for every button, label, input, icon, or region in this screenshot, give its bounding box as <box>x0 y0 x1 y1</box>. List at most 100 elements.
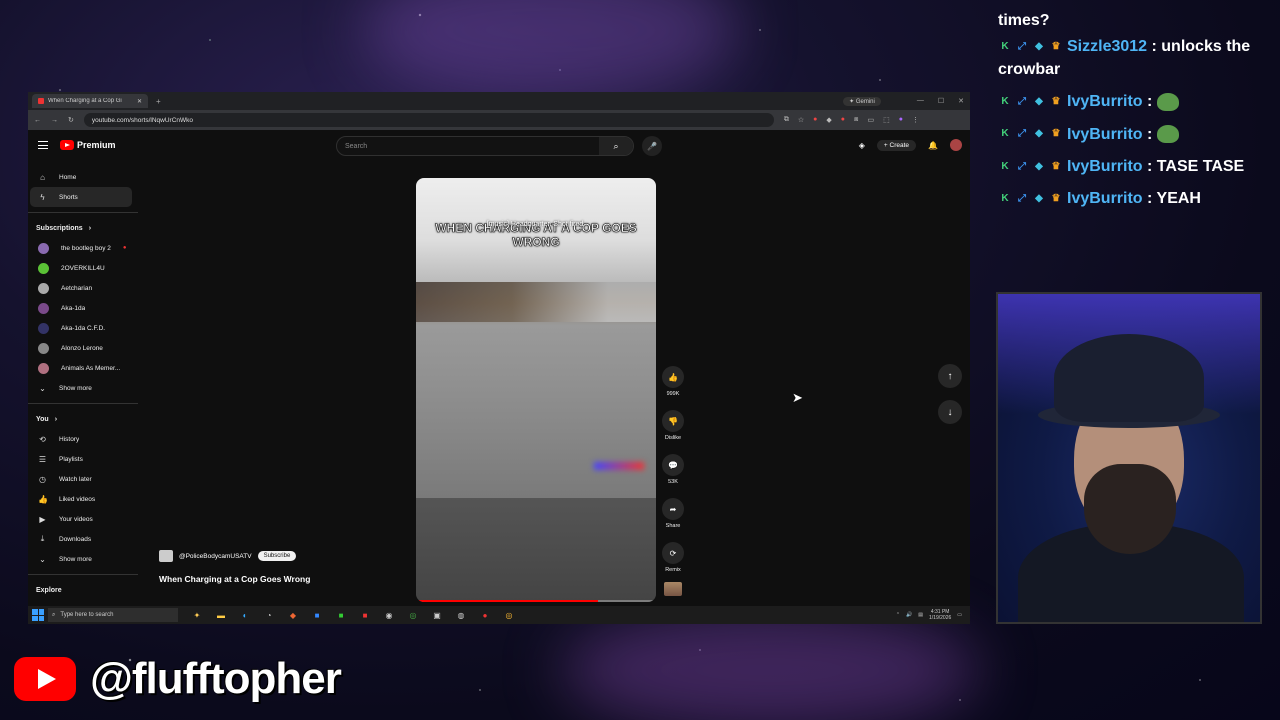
gemini-button[interactable]: ✦ Gemini <box>843 96 881 106</box>
extension-icon[interactable]: ● <box>841 116 845 124</box>
obs-icon[interactable]: ◉ <box>382 609 396 621</box>
extensions-puzzle-icon[interactable]: ⬚ <box>883 116 890 124</box>
sidebar-channel-item[interactable]: the bootleg boy 2 ● <box>28 238 138 258</box>
tray-chevron-icon[interactable]: ⌃ <box>896 612 900 618</box>
chat-username[interactable]: IvyBurrito <box>1067 158 1143 175</box>
chrome-icon[interactable]: ◎ <box>502 609 516 621</box>
account-avatar[interactable] <box>950 139 962 151</box>
windows-start-icon[interactable] <box>32 609 44 621</box>
chat-username[interactable]: IvyBurrito <box>1067 190 1143 207</box>
chat-username[interactable]: Sizzle3012 <box>1067 38 1147 55</box>
youtube-logo[interactable]: Premium <box>60 140 116 150</box>
voice-search-icon[interactable]: 🎤 <box>642 136 662 156</box>
profile-icon[interactable]: ● <box>899 116 903 124</box>
sidepanel-icon[interactable]: ▭ <box>867 116 874 124</box>
downloads-icon: ⤓ <box>40 534 45 543</box>
you-header[interactable]: You › <box>28 409 138 429</box>
app-icon[interactable]: ■ <box>310 609 324 621</box>
sidebar-item-downloads[interactable]: ⤓ Downloads <box>28 529 138 549</box>
comment-icon[interactable]: 💬 <box>662 454 684 476</box>
sidebar: ⌂ Home ϟ Shorts Subscriptions › the boot… <box>28 167 138 600</box>
like-icon[interactable]: 👍 <box>662 366 684 388</box>
remix-icon[interactable]: ⟳ <box>662 542 684 564</box>
minimize-button[interactable]: — <box>917 97 924 105</box>
edge-icon[interactable]: ◐ <box>238 609 252 621</box>
app-icon[interactable]: ◆ <box>286 609 300 621</box>
clock[interactable]: 4:31 PM 1/19/2026 <box>929 609 951 621</box>
sidebar-item-liked-videos[interactable]: 👍 Liked videos <box>28 489 138 509</box>
chrome-icon[interactable]: ◎ <box>406 609 420 621</box>
app-icon[interactable]: ■ <box>334 609 348 621</box>
tab-close-icon[interactable]: ✕ <box>137 98 142 105</box>
cast-icon[interactable]: ⧉ <box>784 116 789 124</box>
url-field[interactable]: youtube.com/shorts/lNqwUrCnWko <box>83 113 774 127</box>
streamer-handle: @flufftopher <box>14 654 342 704</box>
channel-name[interactable]: @PoliceBodycamUSATV <box>179 553 252 560</box>
search-button[interactable]: ⌕ <box>599 137 633 155</box>
sound-thumbnail[interactable] <box>664 582 682 596</box>
subscribe-button[interactable]: Subscribe <box>257 551 297 561</box>
create-button[interactable]: + Create <box>876 139 917 151</box>
network-icon[interactable]: ▤ <box>918 612 923 618</box>
back-icon[interactable]: ← <box>34 117 41 124</box>
sidebar-item-watch-later[interactable]: ◷ Watch later <box>28 469 138 489</box>
notifications-icon[interactable]: ▭ <box>957 612 962 618</box>
search-input[interactable]: Search <box>337 143 599 150</box>
menu-dots-icon[interactable]: ⋮ <box>912 116 919 124</box>
show-more-button[interactable]: ⌄ Show more <box>28 549 138 569</box>
share-action[interactable]: ➦ Share <box>662 498 684 529</box>
video-title[interactable]: When Charging at a Cop Goes Wrong <box>159 574 310 584</box>
file-explorer-icon[interactable]: ▬ <box>214 609 228 621</box>
volume-icon[interactable]: 🔊 <box>906 612 912 618</box>
taskbar-search[interactable]: ⌕ Type here to search <box>48 608 178 622</box>
cast-icon[interactable]: ◈ <box>859 141 865 150</box>
extension-icon[interactable]: ⧈ <box>854 116 858 124</box>
sidebar-item-home[interactable]: ⌂ Home <box>28 167 138 187</box>
bookmark-star-icon[interactable]: ☆ <box>798 116 804 124</box>
sidebar-channel-item[interactable]: 2OVERKILL4U <box>28 258 138 278</box>
browser-tab[interactable]: When Charging at a Cop Gi ✕ <box>32 94 148 108</box>
channel-avatar[interactable] <box>159 550 173 562</box>
subscriptions-header[interactable]: Subscriptions › <box>28 218 138 238</box>
share-icon[interactable]: ➦ <box>662 498 684 520</box>
shorts-video-player[interactable]: WHEN CHARGING AT A COP GOES WRONG [music… <box>416 178 656 602</box>
dislike-icon[interactable]: 👎 <box>662 410 684 432</box>
app-icon[interactable]: ● <box>478 609 492 621</box>
chat-username[interactable]: IvyBurrito <box>1067 126 1143 143</box>
like-action[interactable]: 👍 999K <box>662 366 684 397</box>
chat-message: K ⤢ ◆ ♛ IvyBurrito : YEAH <box>998 188 1268 210</box>
extension-icon[interactable]: ◆ <box>826 116 831 124</box>
sidebar-channel-item[interactable]: Animals As Memer... <box>28 358 138 378</box>
notifications-bell-icon[interactable]: 🔔 <box>928 141 938 150</box>
sidebar-channel-item[interactable]: Aka-1da <box>28 298 138 318</box>
reload-icon[interactable]: ↻ <box>68 116 74 124</box>
chat-username[interactable]: IvyBurrito <box>1067 93 1143 110</box>
menu-icon[interactable] <box>38 141 48 149</box>
remix-action[interactable]: ⟳ Remix <box>662 542 684 573</box>
stream-chat: times? K ⤢ ◆ ♛ Sizzle3012 : unlocks the crow… <box>998 12 1268 221</box>
app-icon[interactable]: ■ <box>358 609 372 621</box>
next-short-button[interactable]: ↓ <box>938 400 962 424</box>
sidebar-channel-item[interactable]: Aetcharian <box>28 278 138 298</box>
app-icon[interactable]: ▣ <box>430 609 444 621</box>
taskbar-search-input[interactable]: Type here to search <box>60 612 113 618</box>
extension-icon[interactable]: ● <box>813 116 817 124</box>
sidebar-item-shorts[interactable]: ϟ Shorts <box>30 187 132 207</box>
video-progress-bar[interactable] <box>416 600 656 602</box>
app-icon[interactable]: ◍ <box>454 609 468 621</box>
comments-action[interactable]: 💬 53K <box>662 454 684 485</box>
steam-icon[interactable]: ◔ <box>262 609 276 621</box>
close-window-button[interactable]: ✕ <box>958 97 964 105</box>
previous-short-button[interactable]: ↑ <box>938 364 962 388</box>
maximize-button[interactable]: ☐ <box>938 97 944 105</box>
new-tab-button[interactable]: + <box>156 97 161 106</box>
copilot-icon[interactable]: ✦ <box>190 609 204 621</box>
sidebar-item-history[interactable]: ⟲ History <box>28 429 138 449</box>
dislike-action[interactable]: 👎 Dislike <box>662 410 684 441</box>
sidebar-channel-item[interactable]: Alonzo Lerone <box>28 338 138 358</box>
sidebar-item-playlists[interactable]: ☰ Playlists <box>28 449 138 469</box>
show-more-button[interactable]: ⌄ Show more <box>28 378 138 398</box>
forward-icon[interactable]: → <box>51 117 58 124</box>
sidebar-channel-item[interactable]: Aka-1da C.F.D. <box>28 318 138 338</box>
sidebar-item-your-videos[interactable]: ▶ Your videos <box>28 509 138 529</box>
